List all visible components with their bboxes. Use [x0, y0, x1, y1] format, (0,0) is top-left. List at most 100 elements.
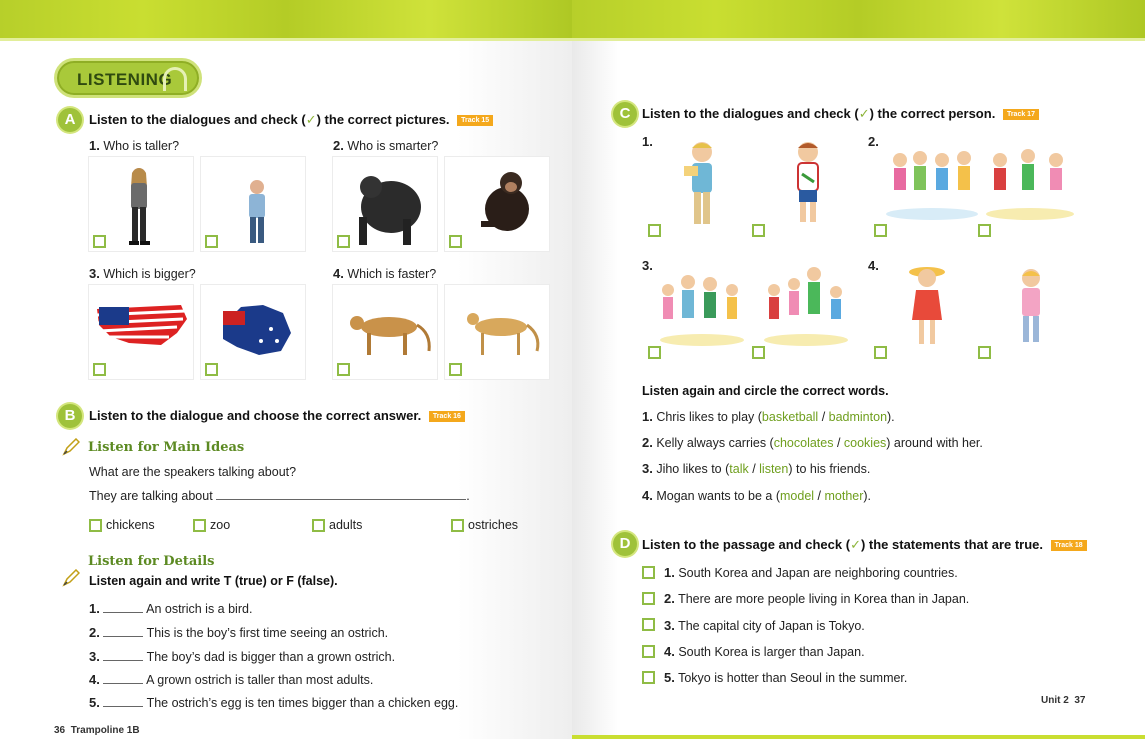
detail-item-2: 2. This is the boy’s first time seeing a… — [89, 625, 389, 640]
detail-item-1: 1. An ostrich is a bird. — [89, 601, 253, 616]
main-ideas-heading: Listen for Main Ideas — [88, 440, 245, 455]
option-ostriches: ostriches — [468, 518, 519, 532]
picture-chimpanzee — [444, 156, 550, 252]
tf-blank[interactable] — [103, 706, 144, 707]
circle-item-3: 3. Jiho likes to (talk / listen) to his … — [642, 461, 871, 476]
details-heading: Listen for Details — [88, 554, 215, 569]
tf-blank[interactable] — [103, 683, 144, 684]
statement-3: 3. The capital city of Japan is Tokyo. — [664, 618, 865, 633]
track-badge: Track 16 — [428, 411, 465, 423]
kids-group-illustration — [986, 149, 1074, 220]
section-c-circle: C — [613, 102, 637, 126]
checkbox-d4[interactable] — [642, 645, 655, 658]
section-c-instruction: Listen to the dialogues and check (✓) th… — [642, 106, 1039, 122]
checkbox-c4-a[interactable] — [874, 346, 887, 359]
option-checkbox-ostriches[interactable] — [451, 519, 464, 532]
checkbox-q1-b[interactable] — [205, 235, 218, 248]
word-option[interactable]: badminton — [829, 410, 887, 424]
word-option[interactable]: chocolates — [774, 436, 834, 450]
checkbox-q2-a[interactable] — [337, 235, 350, 248]
book-title: Trampoline 1B — [70, 725, 140, 736]
right-page: C Listen to the dialogues and check (✓) … — [572, 0, 1145, 739]
top-band — [572, 0, 1145, 38]
check-icon: ✓ — [858, 106, 870, 121]
circle-item-2: 2. Kelly always carries (chocolates / co… — [642, 435, 983, 450]
main-ideas-question: What are the speakers talking about? — [89, 465, 297, 479]
track-badge: Track 17 — [1002, 109, 1039, 121]
picture-leopard — [332, 284, 438, 380]
boy-reading-illustration — [684, 142, 712, 224]
checkbox-d3[interactable] — [642, 618, 655, 631]
section-a-circle: A — [58, 108, 82, 132]
right-footer: Unit 2 37 — [1041, 695, 1085, 706]
checkbox-q3-a[interactable] — [93, 363, 106, 376]
left-page-number: 36 — [54, 725, 66, 736]
picture-australia-map — [200, 284, 306, 380]
checkbox-q2-b[interactable] — [449, 235, 462, 248]
section-b-circle: B — [58, 404, 82, 428]
checkbox-c1-b[interactable] — [752, 224, 765, 237]
c-num-1: 1. — [642, 134, 653, 149]
checkbox-q3-b[interactable] — [205, 363, 218, 376]
option-checkbox-chickens[interactable] — [89, 519, 102, 532]
option-checkbox-adults[interactable] — [312, 519, 325, 532]
picture-usa-map — [88, 284, 194, 380]
friends-walking-illustration — [764, 267, 848, 346]
girl-pink-illustration — [1022, 269, 1040, 342]
headphones-icon — [163, 67, 187, 91]
checkbox-c1-a[interactable] — [648, 224, 661, 237]
word-option[interactable]: listen — [759, 462, 788, 476]
checkbox-q4-a[interactable] — [337, 363, 350, 376]
picture-tall-girl — [88, 156, 194, 252]
c-num-3: 3. — [642, 258, 653, 273]
checkbox-c3-b[interactable] — [752, 346, 765, 359]
checkbox-c2-b[interactable] — [978, 224, 991, 237]
left-footer: 36 Trampoline 1B — [54, 725, 140, 736]
details-instruction: Listen again and write T (true) or F (fa… — [89, 574, 338, 588]
tf-blank[interactable] — [103, 612, 144, 613]
checkbox-q1-a[interactable] — [93, 235, 106, 248]
friends-talking-illustration — [660, 275, 744, 346]
checkbox-d5[interactable] — [642, 671, 655, 684]
girl-with-hat-illustration — [909, 267, 945, 344]
word-option[interactable]: talk — [729, 462, 748, 476]
word-option[interactable]: cookies — [844, 436, 886, 450]
tf-blank[interactable] — [103, 636, 144, 637]
listening-badge-label: LISTENING — [77, 70, 173, 89]
right-page-number: 37 — [1074, 695, 1086, 706]
option-zoo: zoo — [210, 518, 231, 532]
picture-gorilla — [332, 156, 438, 252]
section-d-instruction: Listen to the passage and check (✓) the … — [642, 537, 1087, 553]
word-option[interactable]: mother — [824, 489, 863, 503]
checkbox-c2-a[interactable] — [874, 224, 887, 237]
circle-words-heading: Listen again and circle the correct word… — [642, 384, 889, 398]
statement-1: 1. South Korea and Japan are neighboring… — [664, 565, 958, 580]
detail-item-3: 3. The boy’s dad is bigger than a grown … — [89, 649, 396, 664]
picture-boy — [200, 156, 306, 252]
checkbox-q4-b[interactable] — [449, 363, 462, 376]
statement-4: 4. South Korea is larger than Japan. — [664, 644, 865, 659]
statement-2: 2. There are more people living in Korea… — [664, 591, 970, 606]
checkbox-c4-b[interactable] — [978, 346, 991, 359]
section-d-circle: D — [613, 532, 637, 556]
option-adults: adults — [329, 518, 363, 532]
c-num-2: 2. — [868, 134, 879, 149]
word-option[interactable]: basketball — [762, 410, 818, 424]
question-1: 1. Who is taller? — [89, 138, 180, 153]
check-icon: ✓ — [305, 112, 317, 127]
track-badge: Track 15 — [457, 115, 494, 127]
section-b-instruction: Listen to the dialogue and choose the co… — [89, 408, 465, 423]
checkbox-d1[interactable] — [642, 566, 655, 579]
checkbox-c3-a[interactable] — [648, 346, 661, 359]
answer-blank[interactable] — [216, 499, 467, 500]
question-3: 3. Which is bigger? — [89, 266, 196, 281]
option-checkbox-zoo[interactable] — [193, 519, 206, 532]
checkbox-d2[interactable] — [642, 592, 655, 605]
main-ideas-stem: They are talking about . — [89, 489, 470, 503]
option-chickens: chickens — [106, 518, 155, 532]
pencil-icon — [62, 569, 80, 587]
word-option[interactable]: model — [780, 489, 814, 503]
girls-group-illustration — [886, 151, 978, 220]
section-a-instruction: Listen to the dialogues and check (✓) th… — [89, 112, 494, 128]
tf-blank[interactable] — [103, 660, 144, 661]
